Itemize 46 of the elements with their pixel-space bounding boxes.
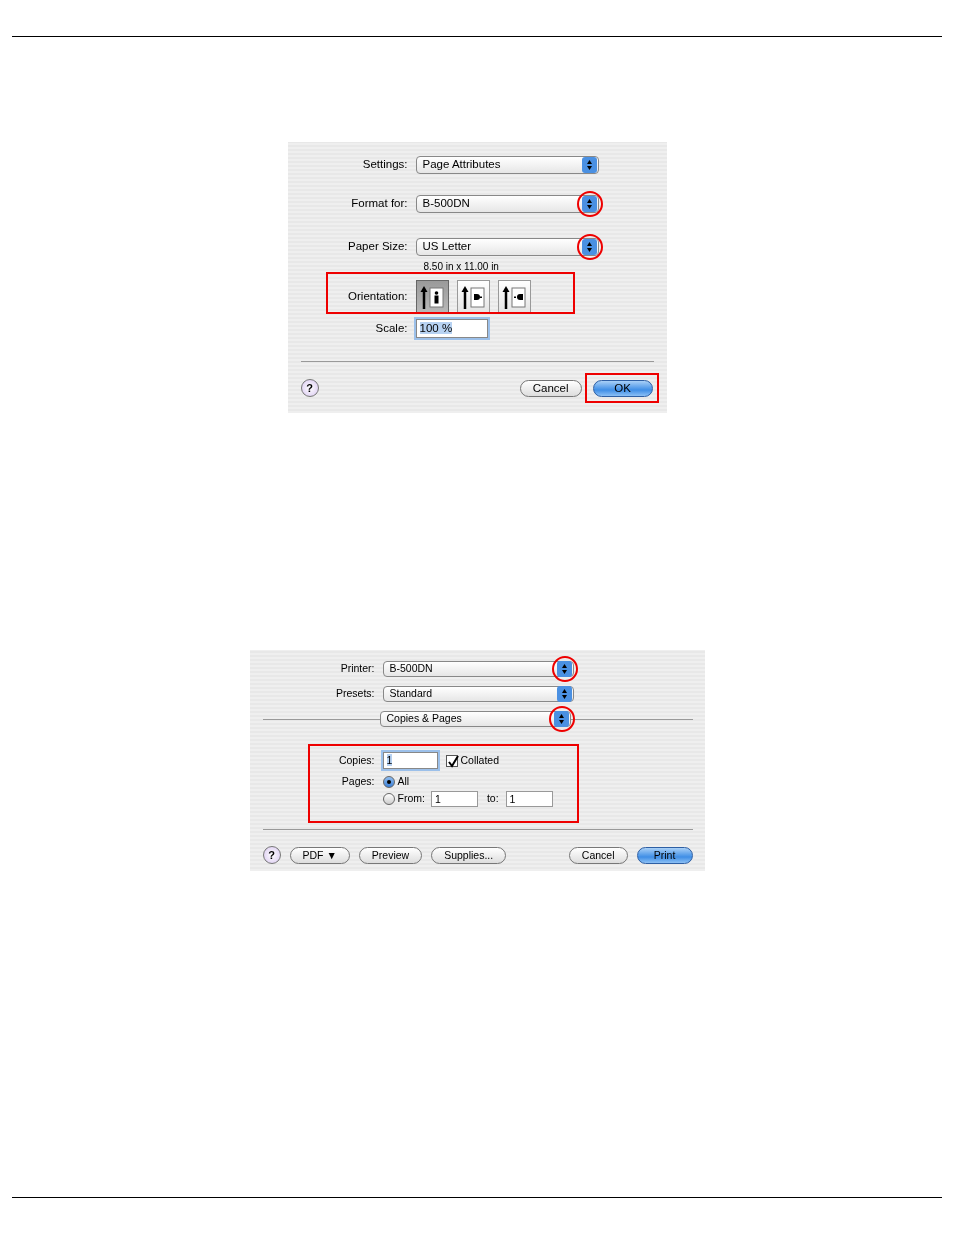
print-button[interactable]: Print [636, 846, 693, 864]
scale-field[interactable]: 100 % [415, 319, 488, 338]
checkbox-label: Collated [460, 752, 500, 768]
dropdown[interactable]: B-500DN [415, 195, 599, 213]
radio-button[interactable] [382, 775, 395, 788]
orientation-button[interactable] [415, 280, 449, 313]
dropdown[interactable]: US Letter [415, 238, 599, 256]
updown-arrows-icon [581, 196, 597, 212]
paper-size-note: 8.50 in x 11.00 in [423, 260, 499, 274]
dropdown[interactable]: Copies & Pages [379, 711, 571, 727]
copies-field[interactable]: 1 [382, 752, 438, 769]
ok-button[interactable]: OK [592, 379, 653, 397]
orientation-button[interactable] [456, 280, 490, 313]
preview-button[interactable]: Preview [358, 846, 423, 864]
cancel-button[interactable]: Cancel [519, 379, 582, 397]
field-label: Scale: [374, 320, 409, 336]
dropdown[interactable]: Page Attributes [415, 156, 599, 174]
pdf-menu-button[interactable]: PDF ▼ [289, 846, 350, 864]
field-label: Paper Size: [347, 239, 409, 255]
field-label: Format for: [350, 196, 409, 212]
field-label: Presets: [335, 686, 376, 702]
from-field[interactable]: 1 [430, 790, 478, 807]
field-label: Orientation: [347, 288, 409, 304]
collated-checkbox[interactable] [445, 754, 458, 767]
cancel-button[interactable]: Cancel [568, 846, 628, 864]
radio-label: From: [397, 790, 425, 806]
orientation-button[interactable] [497, 280, 531, 313]
checkmark-icon [446, 755, 459, 768]
field-label: to: [486, 790, 499, 806]
to-field[interactable]: 1 [505, 790, 553, 807]
help-button[interactable]: ? [262, 846, 281, 864]
field-label: Printer: [339, 661, 376, 677]
supplies-button[interactable]: Supplies... [431, 846, 507, 864]
updown-arrows-icon [581, 157, 597, 173]
field-label: Settings: [361, 157, 409, 173]
updown-arrows-icon [556, 686, 572, 702]
dropdown[interactable]: B-500DN [382, 661, 574, 677]
radio-label: All [397, 774, 410, 789]
updown-arrows-icon [581, 239, 597, 255]
field-label: Copies: [337, 752, 376, 768]
field-label: Pages: [340, 774, 376, 789]
help-button[interactable]: ? [300, 379, 319, 397]
radio-button[interactable] [382, 792, 395, 805]
dropdown[interactable]: Standard [382, 686, 574, 702]
updown-arrows-icon [553, 711, 569, 727]
updown-arrows-icon [556, 661, 572, 677]
